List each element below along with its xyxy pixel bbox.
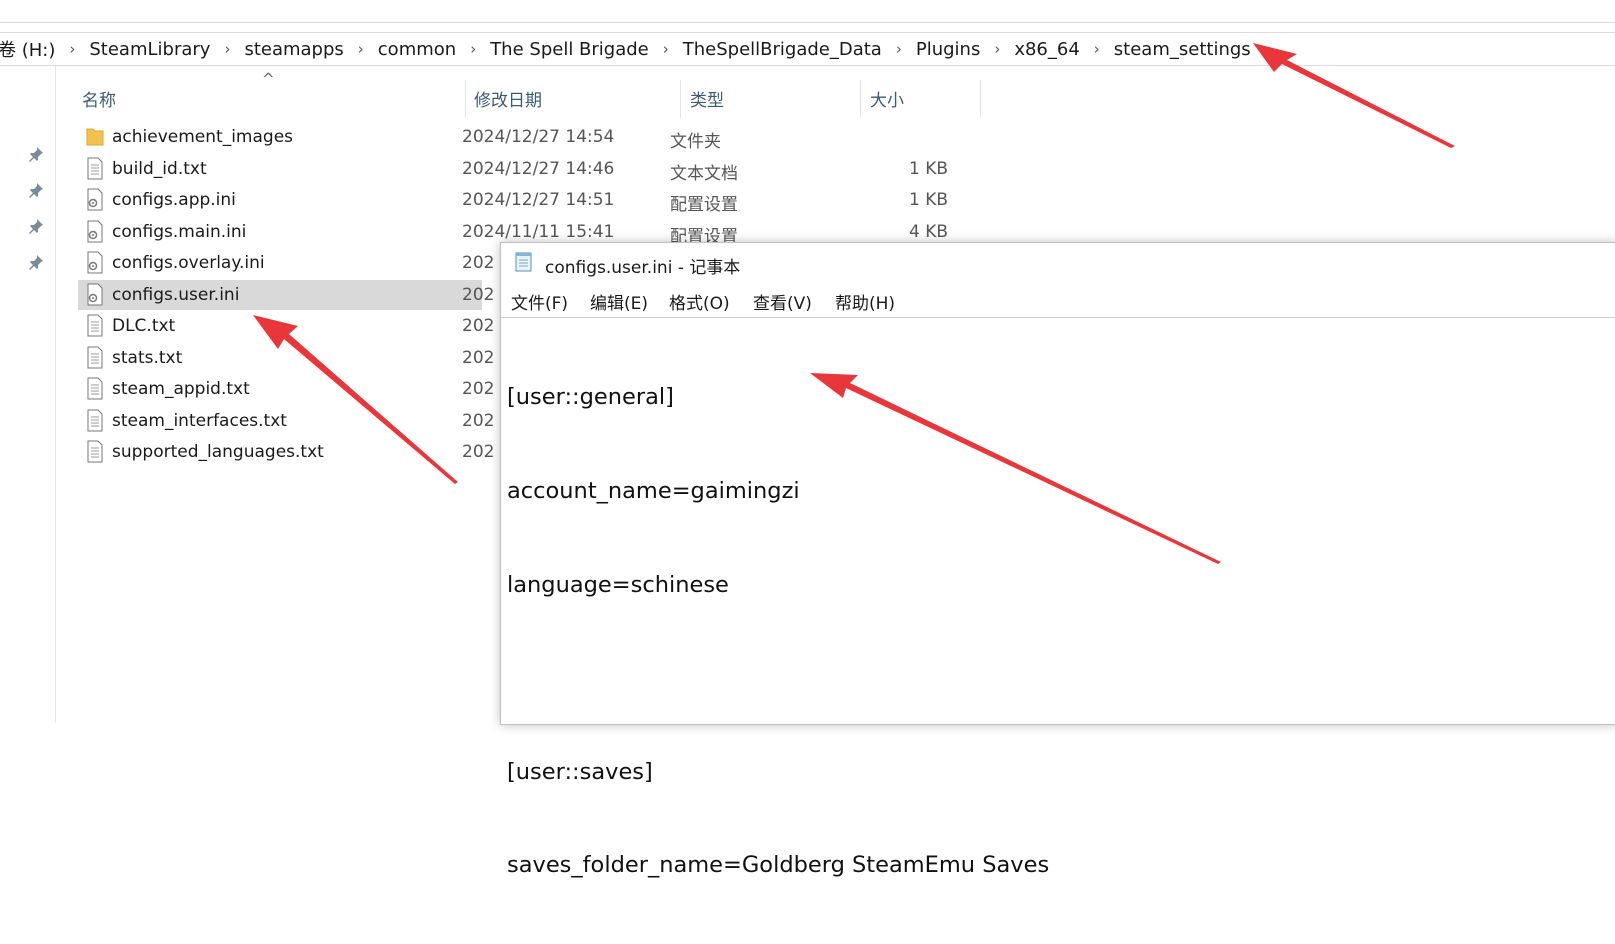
column-header-name[interactable]: 名称 <box>82 86 116 111</box>
file-name: DLC.txt <box>112 316 176 336</box>
chevron-right-icon: › <box>224 40 231 58</box>
file-row[interactable]: configs.main.ini 2024/11/11 15:41 配置设置 4 KB <box>78 217 948 247</box>
breadcrumb-plugins[interactable]: Plugins <box>912 39 984 60</box>
file-date: 2024/12/27 14:54 <box>462 127 615 147</box>
column-divider[interactable] <box>860 80 861 118</box>
file-date: 202 <box>462 316 495 336</box>
notepad-icon <box>515 252 532 272</box>
file-name: configs.overlay.ini <box>112 253 265 273</box>
file-date: 202 <box>462 379 495 399</box>
file-date: 2024/11/11 15:41 <box>462 221 615 242</box>
breadcrumb-steamlibrary[interactable]: SteamLibrary <box>85 39 214 60</box>
text-line: [user::general] <box>507 384 674 411</box>
notepad-menubar: 文件(F) 编辑(E) 格式(O) 查看(V) 帮助(H) <box>501 287 1615 315</box>
file-name: supported_languages.txt <box>112 442 324 462</box>
file-date: 202 <box>462 253 495 273</box>
menu-view[interactable]: 查看(V) <box>753 289 812 314</box>
chevron-right-icon: › <box>69 40 76 58</box>
file-row[interactable]: configs.app.ini 2024/12/27 14:51 配置设置 1 KB <box>78 185 948 215</box>
file-name: configs.main.ini <box>112 221 247 242</box>
file-date: 202 <box>462 410 495 431</box>
breadcrumb-x86-64[interactable]: x86_64 <box>1010 39 1083 60</box>
menu-file[interactable]: 文件(F) <box>511 289 568 314</box>
address-bar[interactable]: 卷 (H:) › SteamLibrary › steamapps › comm… <box>0 32 1615 66</box>
window-top-edge <box>0 22 1615 23</box>
settings-file-icon <box>86 283 104 306</box>
file-date: 2024/12/27 14:51 <box>462 190 615 210</box>
text-file-icon <box>86 157 104 180</box>
text-line <box>507 663 1610 694</box>
file-name: steam_appid.txt <box>112 379 250 399</box>
text-file-icon <box>86 346 104 369</box>
text-file-icon <box>86 440 104 463</box>
column-divider[interactable] <box>680 80 681 118</box>
column-header-type[interactable]: 类型 <box>690 86 724 111</box>
column-header-modified[interactable]: 修改日期 <box>474 86 542 111</box>
column-header-size[interactable]: 大小 <box>870 86 904 111</box>
file-row[interactable]: steam_appid.txt 202 <box>78 374 494 404</box>
text-file-icon <box>86 314 104 337</box>
file-name: achievement_images <box>112 127 294 147</box>
file-type: 配置设置 <box>670 195 738 215</box>
file-size: 1 KB <box>908 190 948 210</box>
file-name: build_id.txt <box>112 158 207 179</box>
breadcrumb-steamapps[interactable]: steamapps <box>240 39 347 60</box>
pin-icon[interactable] <box>28 146 44 162</box>
file-name: configs.user.ini <box>112 284 240 305</box>
file-row[interactable]: steam_interfaces.txt 202 <box>78 406 494 436</box>
notepad-window[interactable]: configs.user.ini - 记事本 文件(F) 编辑(E) 格式(O)… <box>500 242 1615 878</box>
text-line: account_name=gaimingzi <box>507 478 800 504</box>
breadcrumb-data[interactable]: TheSpellBrigade_Data <box>679 39 886 60</box>
file-row[interactable]: build_id.txt 2024/12/27 14:46 文本文档 1 KB <box>78 154 948 184</box>
pin-icon[interactable] <box>28 254 44 270</box>
chevron-right-icon: › <box>895 40 902 58</box>
breadcrumb-steam-settings[interactable]: steam_settings <box>1110 39 1255 60</box>
settings-file-icon <box>86 188 104 211</box>
chevron-right-icon: › <box>1093 40 1100 58</box>
file-size: 4 KB <box>908 221 948 242</box>
breadcrumb-drive[interactable]: 卷 (H:) <box>0 36 59 62</box>
settings-file-icon <box>86 251 104 274</box>
text-file-icon <box>86 409 104 432</box>
text-file-icon <box>86 377 104 400</box>
notepad-title: configs.user.ini - 记事本 <box>545 258 741 278</box>
file-date: 202 <box>462 442 495 462</box>
file-row[interactable]: stats.txt 202 <box>78 343 494 373</box>
file-date: 202 <box>462 347 495 368</box>
file-name: configs.app.ini <box>112 190 236 210</box>
navigation-pane <box>0 66 56 723</box>
chevron-right-icon: › <box>662 40 669 58</box>
column-headers: 名称 修改日期 类型 大小 <box>0 80 981 118</box>
breadcrumb-game[interactable]: The Spell Brigade <box>486 39 653 60</box>
file-date: 2024/12/27 14:46 <box>462 158 615 179</box>
file-row[interactable]: configs.user.ini 202 <box>78 279 494 310</box>
file-row[interactable]: DLC.txt 202 <box>78 311 494 341</box>
file-type: 文件夹 <box>670 132 721 152</box>
file-row[interactable]: achievement_images 2024/12/27 14:54 文件夹 <box>78 122 721 152</box>
file-size: 1 KB <box>908 158 948 179</box>
menu-edit[interactable]: 编辑(E) <box>590 289 648 314</box>
file-row[interactable]: configs.overlay.ini 202 <box>78 248 494 278</box>
text-line: [user::saves] <box>507 758 653 785</box>
file-type: 文本文档 <box>670 163 738 184</box>
file-name: stats.txt <box>112 347 183 368</box>
pin-icon[interactable] <box>28 218 44 234</box>
breadcrumb-common[interactable]: common <box>374 39 460 60</box>
settings-file-icon <box>86 220 104 243</box>
file-name: steam_interfaces.txt <box>112 410 287 431</box>
chevron-right-icon: › <box>994 40 1001 58</box>
notepad-text-area[interactable]: [user::general] account_name=gaimingzi l… <box>501 317 1615 878</box>
file-row[interactable]: supported_languages.txt 202 <box>78 437 494 467</box>
menu-format[interactable]: 格式(O) <box>669 289 730 314</box>
file-date: 202 <box>462 284 495 305</box>
menu-help[interactable]: 帮助(H) <box>835 289 895 314</box>
chevron-right-icon: › <box>470 40 477 58</box>
chevron-right-icon: › <box>357 40 364 58</box>
column-divider[interactable] <box>465 80 466 118</box>
column-divider[interactable] <box>980 80 981 118</box>
pin-icon[interactable] <box>28 182 44 198</box>
text-line: language=schinese <box>507 571 729 598</box>
text-line: saves_folder_name=Goldberg SteamEmu Save… <box>507 852 1050 879</box>
folder-icon <box>86 125 104 148</box>
